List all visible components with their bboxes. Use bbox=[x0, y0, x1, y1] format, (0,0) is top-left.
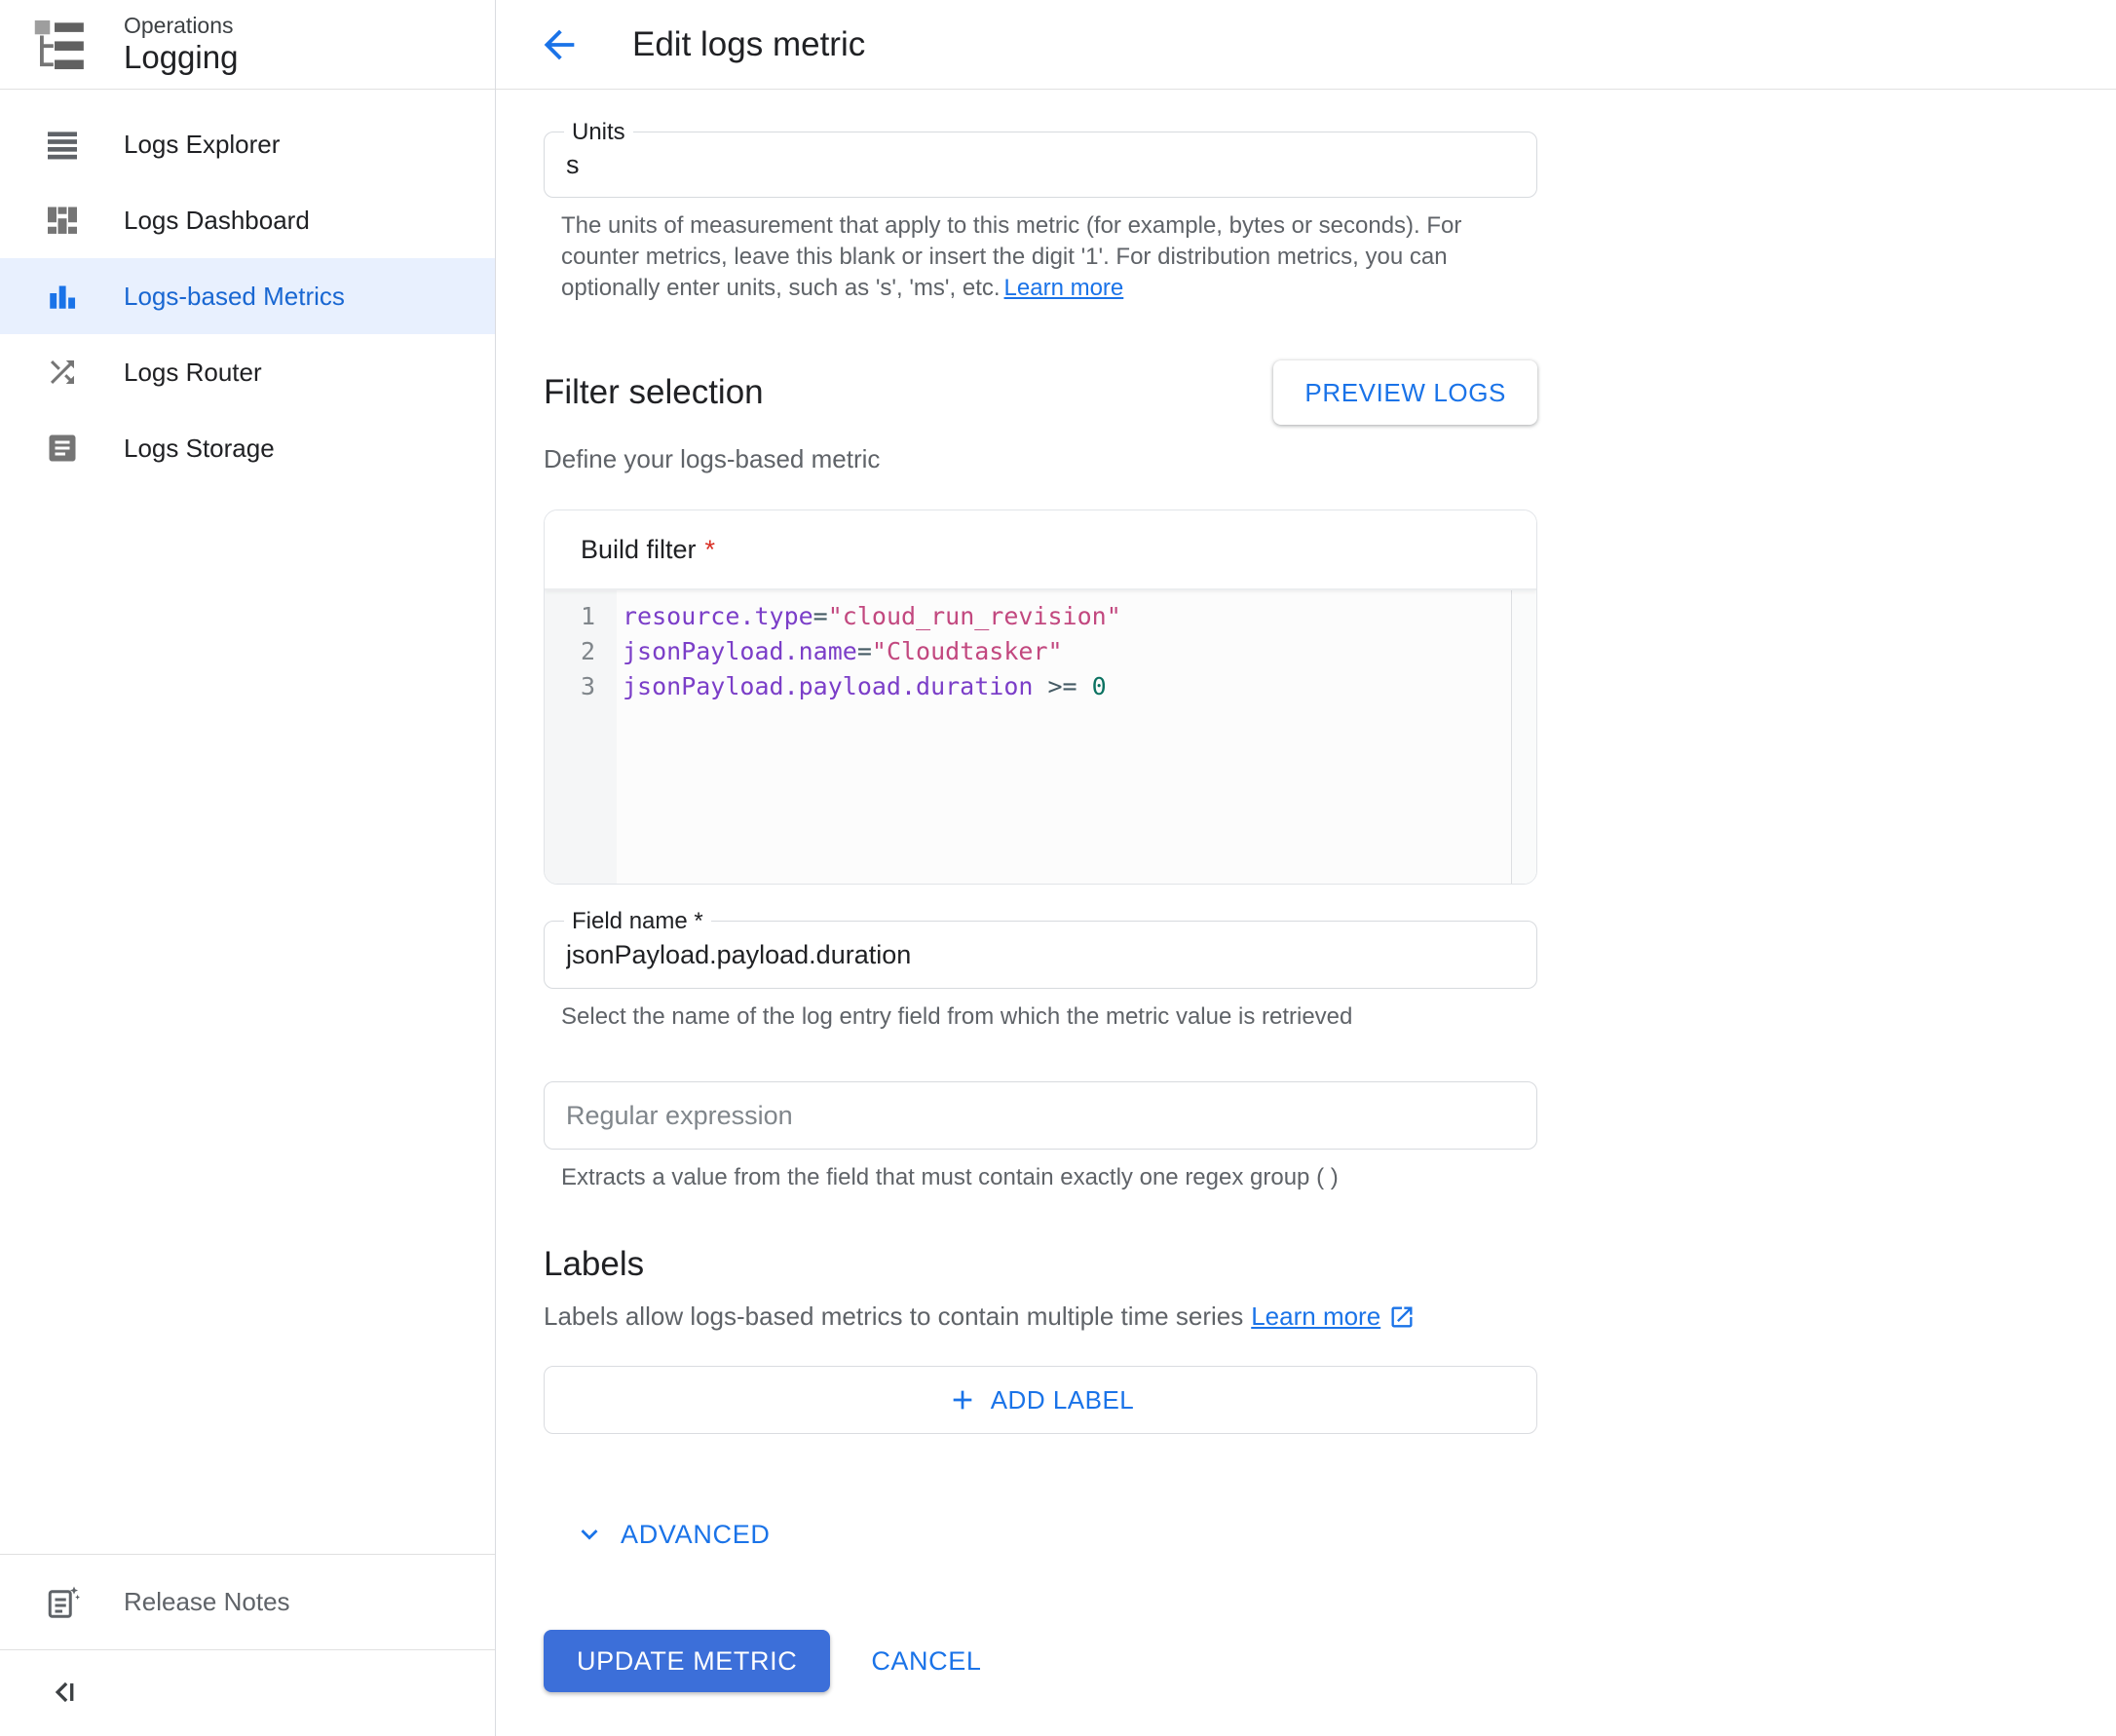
form-actions-row: UPDATE METRIC CANCEL bbox=[544, 1630, 2116, 1692]
build-filter-label: Build filter bbox=[581, 534, 697, 564]
field-name-label: Field name * bbox=[564, 908, 711, 935]
line-number: 3 bbox=[580, 672, 595, 700]
line-number: 1 bbox=[580, 602, 595, 630]
logs-storage-icon bbox=[44, 430, 81, 467]
sidebar-item-logs-router[interactable]: Logs Router bbox=[0, 334, 495, 410]
add-label-button-label: ADD LABEL bbox=[990, 1384, 1135, 1415]
query-line: jsonPayload.payload.duration >= 0 bbox=[623, 672, 1511, 707]
collapse-sidenav-icon[interactable] bbox=[46, 1674, 85, 1713]
advanced-toggle-label: ADVANCED bbox=[621, 1519, 771, 1549]
app-window: Operations Logging Logs Explorer Logs Da… bbox=[0, 0, 2116, 1736]
product-name: Logging bbox=[124, 39, 239, 75]
main-panel: Edit logs metric Units The units of meas… bbox=[496, 0, 2116, 1736]
sidebar-footer: Release Notes bbox=[0, 1554, 495, 1736]
build-filter-card-header: Build filter * bbox=[545, 510, 1536, 590]
filter-selection-subtitle: Define your logs-based metric bbox=[544, 444, 881, 473]
logs-based-metrics-icon bbox=[44, 278, 81, 315]
chevron-down-icon bbox=[581, 1529, 598, 1540]
query-line: resource.type="cloud_run_revision" bbox=[623, 602, 1511, 637]
form-content: Units The units of measurement that appl… bbox=[496, 90, 2116, 1692]
query-token: "cloud_run_revision" bbox=[827, 602, 1121, 630]
sidebar-nav: Logs Explorer Logs Dashboard Logs-based … bbox=[0, 90, 495, 486]
sidebar-collapse-row bbox=[0, 1650, 495, 1736]
field-name-field: Field name * bbox=[544, 908, 1537, 989]
query-token: resource.type bbox=[623, 602, 813, 630]
advanced-toggle[interactable]: ADVANCED bbox=[573, 1518, 771, 1551]
add-label-button[interactable]: ADD LABEL bbox=[544, 1366, 1537, 1434]
build-filter-card: Build filter * 1 2 3 resource.type="clou… bbox=[544, 509, 1537, 885]
query-token: = bbox=[812, 602, 828, 630]
sidebar-item-logs-dashboard[interactable]: Logs Dashboard bbox=[0, 182, 495, 258]
query-token: 0 bbox=[1091, 672, 1107, 700]
units-field-label: Units bbox=[564, 119, 633, 146]
units-input[interactable] bbox=[545, 149, 1536, 180]
units-learn-more-link[interactable]: Learn more bbox=[1004, 275, 1124, 301]
labels-learn-more-link[interactable]: Learn more bbox=[1251, 1302, 1380, 1332]
query-line: jsonPayload.name="Cloudtasker" bbox=[623, 637, 1511, 672]
sidebar: Operations Logging Logs Explorer Logs Da… bbox=[0, 0, 496, 1736]
query-token: >= bbox=[1033, 672, 1092, 700]
sidebar-item-logs-based-metrics[interactable]: Logs-based Metrics bbox=[0, 258, 495, 334]
sidebar-item-logs-explorer[interactable]: Logs Explorer bbox=[0, 106, 495, 182]
sidebar-header: Operations Logging bbox=[0, 0, 495, 90]
logs-router-icon bbox=[44, 354, 81, 391]
field-name-input[interactable] bbox=[545, 939, 1536, 970]
sidebar-item-label: Logs Storage bbox=[124, 433, 275, 463]
release-notes-icon bbox=[44, 1584, 81, 1621]
field-name-help-text: Select the name of the log entry field f… bbox=[561, 1003, 1353, 1030]
units-help-text: The units of measurement that apply to t… bbox=[561, 210, 1526, 304]
editor-scrollbar[interactable] bbox=[1511, 590, 1536, 884]
query-token: "Cloudtasker" bbox=[871, 637, 1063, 665]
regular-expression-help-text: Extracts a value from the field that mus… bbox=[561, 1164, 1339, 1190]
filter-selection-heading: Filter selection bbox=[544, 373, 764, 411]
open-in-new-icon[interactable] bbox=[1388, 1303, 1416, 1331]
plus-icon bbox=[953, 1390, 972, 1410]
sidebar-item-label: Logs Router bbox=[124, 357, 262, 387]
sidebar-item-label: Logs Explorer bbox=[124, 129, 281, 159]
logging-product-icon bbox=[34, 19, 84, 69]
sidebar-item-label: Release Notes bbox=[124, 1587, 290, 1616]
product-titles: Operations Logging bbox=[124, 13, 238, 76]
line-number-gutter: 1 2 3 bbox=[545, 590, 617, 884]
query-editor-input[interactable]: resource.type="cloud_run_revision" jsonP… bbox=[617, 590, 1511, 884]
query-token: jsonPayload.payload.duration bbox=[623, 672, 1034, 700]
sidebar-item-logs-storage[interactable]: Logs Storage bbox=[0, 410, 495, 486]
logs-dashboard-icon bbox=[44, 202, 81, 239]
sidebar-item-label: Logs Dashboard bbox=[124, 205, 310, 235]
page-header: Edit logs metric bbox=[496, 0, 2116, 90]
update-metric-button[interactable]: UPDATE METRIC bbox=[544, 1630, 831, 1692]
preview-logs-button[interactable]: PREVIEW LOGS bbox=[1273, 360, 1537, 425]
sidebar-item-label: Logs-based Metrics bbox=[124, 281, 345, 311]
regular-expression-input[interactable] bbox=[545, 1100, 1536, 1131]
sidebar-item-release-notes[interactable]: Release Notes bbox=[0, 1555, 495, 1649]
filter-selection-header-row: Filter selection PREVIEW LOGS bbox=[544, 360, 1537, 425]
back-arrow-icon[interactable] bbox=[537, 22, 582, 67]
logs-explorer-icon bbox=[44, 126, 81, 163]
cancel-button[interactable]: CANCEL bbox=[871, 1646, 981, 1677]
query-editor: 1 2 3 resource.type="cloud_run_revision"… bbox=[545, 590, 1536, 884]
query-token: jsonPayload.name bbox=[623, 637, 857, 665]
line-number: 2 bbox=[580, 637, 595, 665]
page-title: Edit logs metric bbox=[632, 24, 866, 63]
labels-description-row: Labels allow logs-based metrics to conta… bbox=[544, 1302, 2116, 1332]
query-token: = bbox=[856, 637, 872, 665]
units-field: Units bbox=[544, 119, 1537, 198]
product-eyebrow: Operations bbox=[124, 13, 234, 38]
regular-expression-field bbox=[544, 1081, 1537, 1150]
labels-description: Labels allow logs-based metrics to conta… bbox=[544, 1302, 1244, 1331]
labels-heading: Labels bbox=[544, 1245, 645, 1283]
required-marker: * bbox=[704, 534, 716, 564]
